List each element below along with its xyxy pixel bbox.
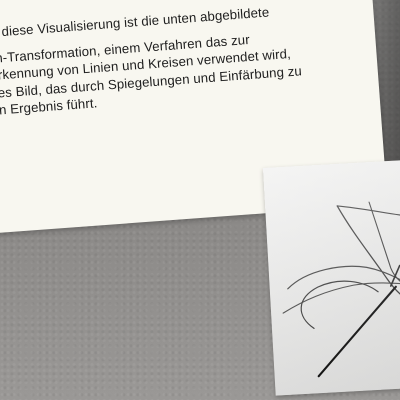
diagonal-line	[317, 285, 397, 378]
hough-sketch	[282, 201, 400, 378]
page-text: ür diese Visualisierung ist die unten ab…	[0, 0, 351, 119]
sketch-photo	[263, 159, 400, 396]
curve-stroke-5	[300, 280, 379, 330]
curve-stroke-1	[336, 205, 400, 218]
curve-stroke-4	[282, 282, 400, 314]
photo-scene: ür diese Visualisierung ist die unten ab…	[0, 0, 400, 400]
